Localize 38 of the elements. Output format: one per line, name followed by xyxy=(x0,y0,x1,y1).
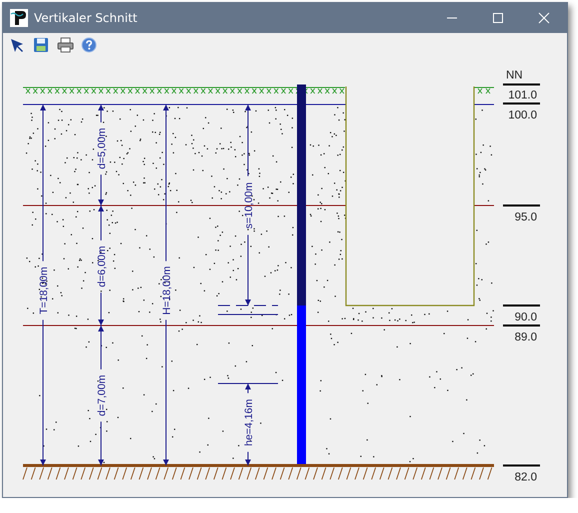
dimension-line xyxy=(98,104,104,123)
dimension-label: d=7,00m xyxy=(96,374,108,416)
help-icon xyxy=(81,37,97,53)
elevation-tick xyxy=(503,204,540,206)
dimension-label: T=18,00m xyxy=(38,266,50,314)
elevation-header: NN xyxy=(506,70,523,82)
elevation-label: 100.0 xyxy=(508,110,537,122)
elevation-label: 89.0 xyxy=(514,332,537,344)
app-icon xyxy=(10,9,28,27)
dimension-line xyxy=(245,234,251,306)
dimension-label: d=6,00m xyxy=(96,246,108,288)
elevation-label: 82.0 xyxy=(514,472,537,484)
dimension-label: s=10,00m xyxy=(243,182,255,229)
dimension-line xyxy=(245,383,251,394)
dimension-label: d=5,00m xyxy=(96,128,108,170)
marker-line xyxy=(218,305,278,315)
window-title: Vertikaler Schnitt xyxy=(34,11,138,25)
elevation-tick xyxy=(503,324,540,326)
elevation-label: 101.0 xyxy=(508,90,537,102)
elevation-tick xyxy=(503,304,540,306)
printer-icon xyxy=(56,37,74,53)
dimension-line xyxy=(245,451,251,466)
maximize-icon xyxy=(492,12,504,24)
dimension-label: H=18,00m xyxy=(161,266,173,315)
save-icon xyxy=(33,37,49,53)
save-button[interactable] xyxy=(31,35,51,55)
help-button[interactable] xyxy=(79,35,99,55)
dimension-line xyxy=(98,421,104,466)
elevation-label: 90.0 xyxy=(514,312,537,324)
dimension-label: he=4,16m xyxy=(243,399,255,446)
pointer-icon xyxy=(10,38,24,52)
elevation-tick xyxy=(503,102,540,104)
marker-line xyxy=(218,383,278,384)
elevation-tick xyxy=(503,84,540,86)
elevation-label: 95.0 xyxy=(514,212,537,224)
elevation-tick xyxy=(503,464,540,466)
print-button[interactable] xyxy=(55,35,75,55)
close-icon xyxy=(538,12,550,24)
